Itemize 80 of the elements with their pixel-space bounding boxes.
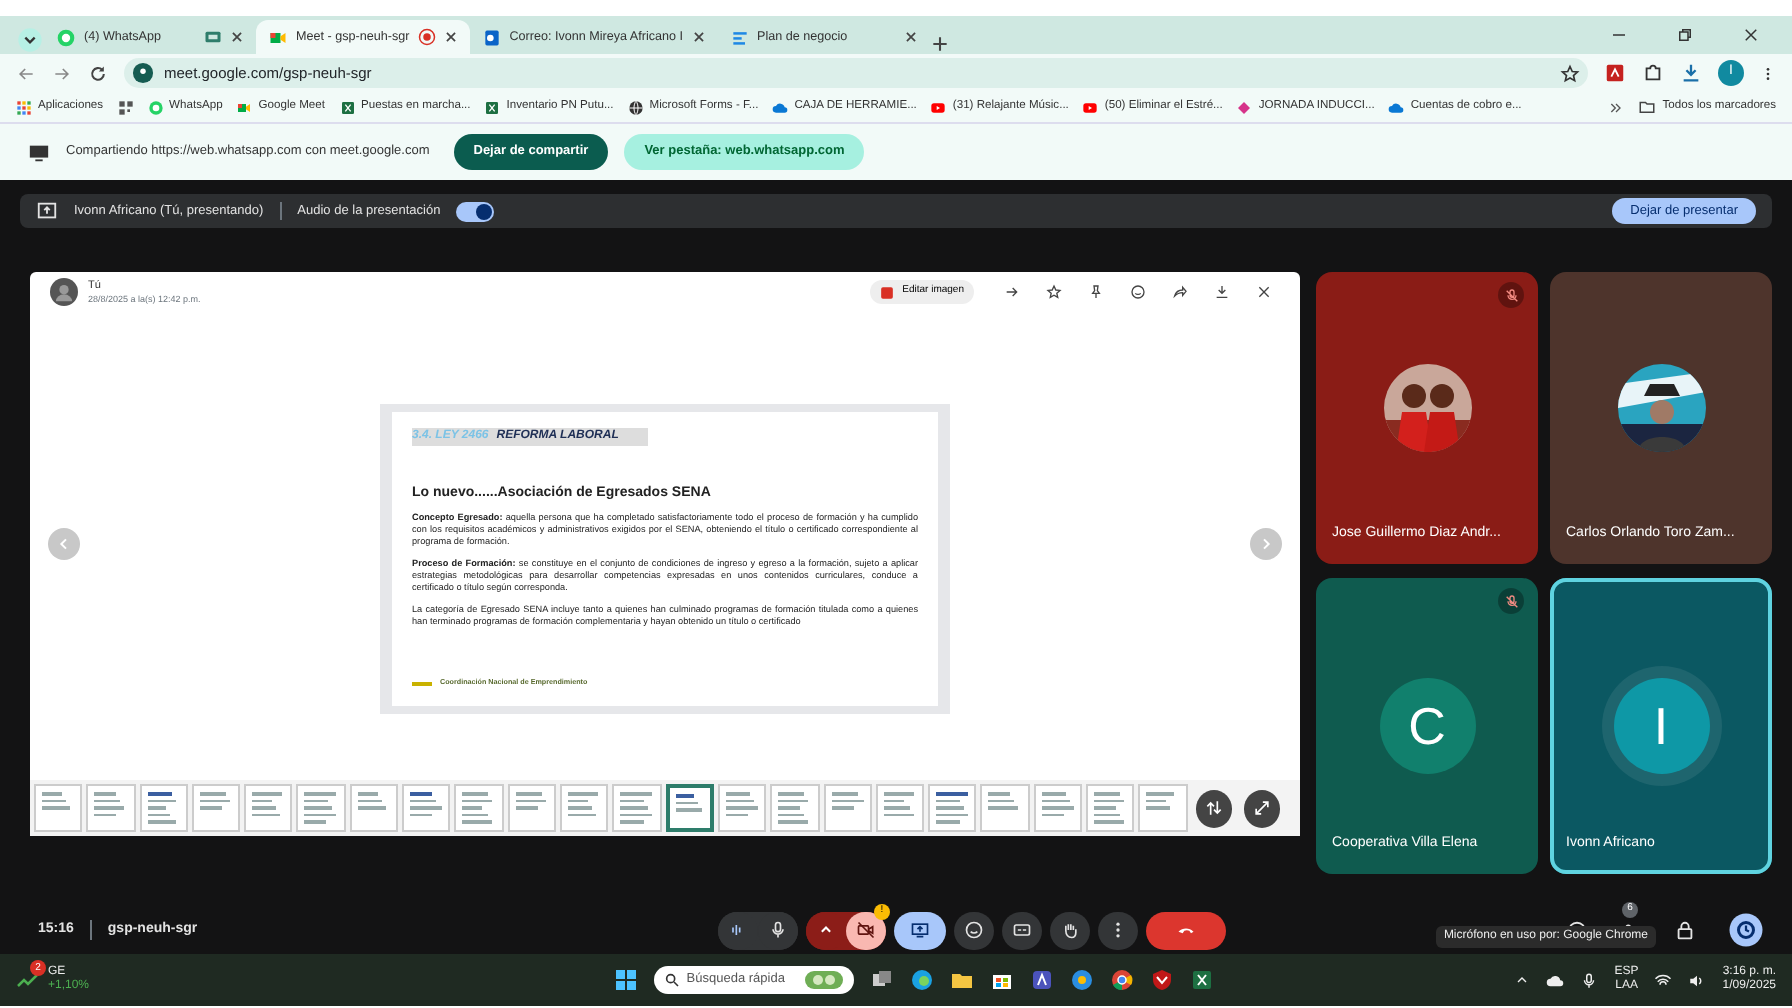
forward-icon[interactable]	[52, 63, 72, 83]
close-icon[interactable]	[1256, 284, 1272, 300]
avatar-initial: I	[1613, 678, 1709, 774]
forward-icon[interactable]	[1004, 284, 1020, 300]
download-icon[interactable]	[1214, 284, 1230, 300]
emoji-icon[interactable]	[1130, 284, 1146, 300]
expand-button[interactable]	[1243, 789, 1281, 827]
chevron-double-icon[interactable]	[1608, 99, 1625, 115]
shield-icon[interactable]	[1150, 968, 1175, 992]
mic-icon	[768, 920, 788, 940]
close-icon[interactable]	[1742, 26, 1760, 44]
captions-button[interactable]	[1002, 911, 1042, 949]
start-icon[interactable]	[614, 968, 639, 992]
spreadsheet-icon	[484, 99, 501, 115]
search-icon	[664, 972, 681, 988]
expand-icon	[1251, 798, 1272, 818]
rotate-button[interactable]	[1195, 789, 1232, 827]
present-button[interactable]	[894, 911, 946, 949]
lock-icon[interactable]	[1674, 919, 1696, 941]
search-highlight-icon	[804, 970, 845, 990]
camera-off-icon	[856, 920, 876, 940]
avatar-icon	[50, 278, 78, 306]
diamond-icon	[1236, 99, 1253, 115]
app-icon[interactable]	[1030, 968, 1055, 992]
new-tab-icon[interactable]	[929, 34, 949, 54]
cloud-icon	[772, 99, 789, 115]
chat-bubble-icon	[56, 27, 76, 47]
apps-grid-icon	[16, 99, 32, 115]
present-icon	[36, 200, 58, 222]
reload-icon[interactable]	[88, 63, 108, 83]
chat-bubble-icon	[147, 99, 164, 115]
folder-icon	[1638, 98, 1657, 116]
present-icon	[910, 920, 930, 940]
emoji-icon	[964, 920, 984, 940]
chevron-left-icon	[56, 536, 72, 552]
puzzle-icon[interactable]	[1642, 62, 1664, 84]
speaker-icon[interactable]	[1688, 971, 1707, 989]
tab-list-icon[interactable]	[16, 26, 44, 54]
swap-arrows-icon	[1203, 798, 1224, 818]
qr-code-icon[interactable]	[117, 99, 134, 115]
pdf-icon[interactable]	[1604, 62, 1626, 84]
pin-icon[interactable]	[1088, 284, 1104, 300]
site-info-icon[interactable]	[132, 62, 154, 84]
chevron-right-icon	[1258, 536, 1274, 552]
task-view-icon[interactable]	[870, 968, 895, 992]
back-icon[interactable]	[16, 63, 36, 83]
globe-icon	[627, 99, 644, 115]
play-icon	[930, 99, 947, 115]
cloud-icon	[1388, 99, 1405, 115]
emoji-button[interactable]	[954, 911, 994, 949]
star-icon[interactable]	[1046, 284, 1062, 300]
screen-share-icon	[28, 141, 50, 163]
folder-icon[interactable]	[950, 968, 975, 992]
download-icon[interactable]	[1680, 62, 1702, 84]
restore-icon[interactable]	[1676, 26, 1694, 44]
spreadsheet-icon	[339, 99, 355, 115]
captions-icon	[1012, 920, 1032, 940]
slide-thumbnail[interactable]	[665, 784, 714, 832]
audio-toggle[interactable]	[456, 201, 495, 221]
chevron-up-icon[interactable]	[1514, 972, 1531, 988]
more-button[interactable]	[1098, 911, 1138, 949]
wifi-icon[interactable]	[1654, 971, 1673, 989]
share-arrow-icon[interactable]	[1172, 284, 1188, 300]
star-icon[interactable]	[1560, 63, 1580, 83]
close-icon[interactable]	[691, 30, 705, 44]
edit-icon	[880, 285, 895, 299]
hand-button[interactable]	[1050, 911, 1090, 949]
play-icon	[1082, 99, 1099, 115]
close-icon[interactable]	[443, 30, 458, 44]
close-icon[interactable]	[230, 30, 244, 44]
close-icon[interactable]	[903, 30, 917, 44]
document-icon	[729, 27, 749, 47]
avatar-initial: C	[1379, 678, 1475, 774]
mic-icon[interactable]	[1580, 971, 1599, 989]
camera-logo-icon	[236, 99, 253, 115]
leave-call-button[interactable]	[1146, 911, 1226, 949]
cloud-icon[interactable]	[1546, 971, 1565, 989]
camera-logo-icon	[268, 27, 288, 47]
hand-icon	[1060, 920, 1080, 940]
spreadsheet-icon[interactable]	[1190, 968, 1215, 992]
